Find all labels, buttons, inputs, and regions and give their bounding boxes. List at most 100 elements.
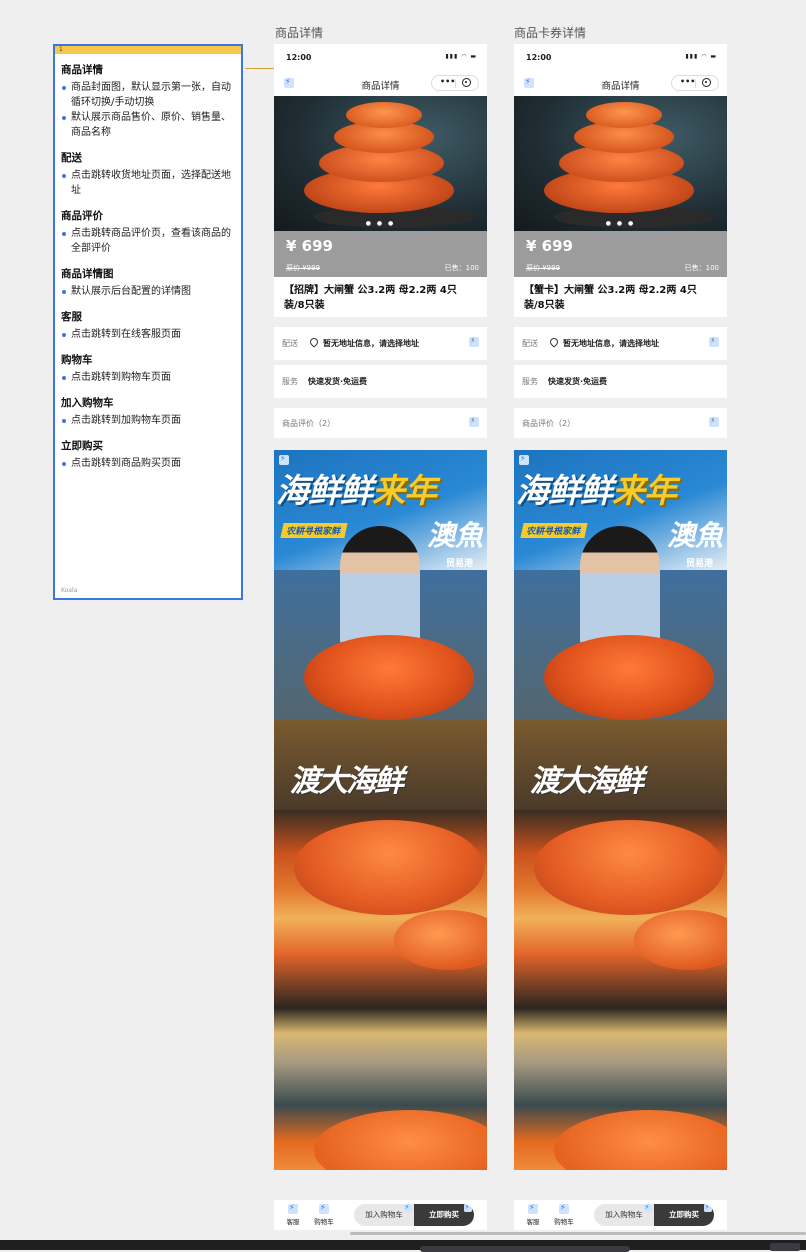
cover-carousel[interactable]: ● ● ● bbox=[514, 96, 727, 231]
annotation-section: 立即购买 点击跳转到商品购买页面 bbox=[61, 438, 235, 471]
annotation-heading: 客服 bbox=[61, 311, 82, 323]
phone-card-voucher-detail: 12:00 ▮▮▮ ◠ ▬ 商品详情 ••• ● ● ● ¥ 699 原价 ¥9… bbox=[514, 44, 727, 1230]
annotation-bullet: 点击跳转到在线客服页面 bbox=[61, 327, 235, 342]
cover-carousel[interactable]: ● ● ● bbox=[274, 96, 487, 231]
service-value: 快速发货·免运费 bbox=[548, 377, 608, 386]
detail-subtitle: 农耕寻根家鲜 bbox=[520, 523, 588, 538]
more-icon[interactable]: ••• bbox=[680, 77, 695, 86]
status-bar: 12:00 ▮▮▮ ◠ ▬ bbox=[514, 44, 727, 70]
annotation-heading: 商品评价 bbox=[61, 210, 103, 222]
crab-layer bbox=[346, 102, 422, 128]
flash-icon[interactable] bbox=[279, 454, 289, 465]
annotation-section: 商品详情图 默认展示后台配置的详情图 bbox=[61, 266, 235, 299]
goods-name: 【招牌】大闸蟹 公3.2两 母2.2两 4只装/8只装 bbox=[284, 285, 457, 311]
mini-program-capsule[interactable]: ••• bbox=[431, 75, 479, 91]
more-icon[interactable]: ••• bbox=[440, 77, 455, 86]
crab-figure bbox=[304, 635, 474, 720]
detail-headline: 海鲜鲜来年 bbox=[276, 471, 437, 510]
annotation-section: 加入购物车 点击跳转到加购物车页面 bbox=[61, 395, 235, 428]
annotation-bullet: 点击跳转到购物车页面 bbox=[61, 370, 235, 385]
service-tab-label: 客服 bbox=[526, 1218, 540, 1226]
purchase-button-group: 加入购物车 立即购买 bbox=[354, 1204, 474, 1226]
carousel-indicator[interactable]: ● ● ● bbox=[274, 220, 487, 227]
detail-brush-text: 渡大海鲜 bbox=[530, 764, 644, 799]
annotation-section: 配送点击跳转收货地址页面，选择配送地址 bbox=[61, 150, 235, 198]
detail-small-text: 贸易港 bbox=[685, 559, 713, 569]
status-time: 12:00 bbox=[286, 53, 312, 62]
annotation-heading: 配送 bbox=[61, 152, 82, 164]
detail-image: 海鲜鲜来年 农耕寻根家鲜 澳魚 贸易港 渡大海鲜 bbox=[274, 450, 487, 1170]
flash-icon[interactable] bbox=[469, 416, 479, 427]
bottom-action-bar: 客服 购物车 加入购物车 立即购买 bbox=[514, 1200, 727, 1230]
flash-icon bbox=[559, 1203, 569, 1214]
review-row[interactable]: 商品评价（2） bbox=[274, 408, 487, 438]
cart-tab[interactable]: 购物车 bbox=[552, 1203, 576, 1226]
delivery-value: 暂无地址信息，请选择地址 bbox=[308, 336, 419, 349]
location-pin-icon bbox=[308, 336, 320, 348]
flash-icon[interactable] bbox=[519, 454, 529, 465]
annotation-bullet: 点击跳转收货地址页面，选择配送地址 bbox=[61, 168, 235, 198]
person-figure bbox=[580, 526, 660, 646]
service-tab[interactable]: 客服 bbox=[281, 1203, 305, 1226]
sold-count: 已售：100 bbox=[444, 264, 479, 272]
annotation-bullet: 默认展示商品售价、原价、销售量、商品名称 bbox=[61, 110, 235, 140]
review-row[interactable]: 商品评价（2） bbox=[514, 408, 727, 438]
annotation-section: 客服点击跳转到在线客服页面 bbox=[61, 309, 235, 342]
nav-bar: 商品详情 ••• bbox=[514, 70, 727, 96]
cart-tab[interactable]: 购物车 bbox=[312, 1203, 336, 1226]
goods-name-card: 【蟹卡】大闸蟹 公3.2两 母2.2两 4只装/8只装 bbox=[514, 277, 727, 317]
mini-program-capsule[interactable]: ••• bbox=[671, 75, 719, 91]
sale-price: ¥ 699 bbox=[526, 237, 573, 255]
delivery-row[interactable]: 配送 暂无地址信息，请选择地址 bbox=[274, 327, 487, 360]
detail-image: 海鲜鲜来年 农耕寻根家鲜 澳魚 贸易港 渡大海鲜 bbox=[514, 450, 727, 1170]
service-label: 服务 bbox=[522, 377, 538, 386]
price-bar: ¥ 699 原价 ¥999 已售：100 bbox=[274, 231, 487, 277]
close-target-icon[interactable] bbox=[462, 78, 471, 87]
annotation-heading: 立即购买 bbox=[61, 440, 103, 452]
service-label: 服务 bbox=[282, 377, 298, 386]
close-target-icon[interactable] bbox=[702, 78, 711, 87]
phone-product-detail: 12:00 ▮▮▮ ◠ ▬ 商品详情 ••• ● ● ● ¥ 699 原价 ¥9… bbox=[274, 44, 487, 1230]
annotation-bullet: 商品封面图，默认显示第一张，自动循环切换/手动切换 bbox=[61, 80, 235, 110]
taskbar bbox=[0, 1240, 806, 1252]
detail-small-text: 贸易港 bbox=[445, 559, 473, 569]
price-bar: ¥ 699 原价 ¥999 已售：100 bbox=[514, 231, 727, 277]
original-price: 原价 ¥999 bbox=[286, 264, 321, 272]
delivery-value: 暂无地址信息，请选择地址 bbox=[548, 336, 659, 349]
detail-headline: 海鲜鲜来年 bbox=[516, 471, 677, 510]
carousel-indicator[interactable]: ● ● ● bbox=[514, 220, 727, 227]
annotation-heading: 商品详情 bbox=[61, 64, 103, 76]
flash-icon[interactable] bbox=[469, 336, 479, 347]
crab-layer bbox=[586, 102, 662, 128]
annotation-heading: 加入购物车 bbox=[61, 397, 114, 409]
flash-icon bbox=[319, 1203, 329, 1214]
signal-wifi-battery-icon: ▮▮▮ ◠ ▬ bbox=[445, 53, 477, 60]
annotation-panel[interactable]: 1 商品详情商品封面图，默认显示第一张，自动循环切换/手动切换 默认展示商品售价、… bbox=[53, 44, 243, 600]
annotation-section: 商品评价 点击跳转商品评价页，查看该商品的全部评价 bbox=[61, 208, 235, 256]
flash-icon[interactable] bbox=[709, 416, 719, 427]
annotation-heading: 购物车 bbox=[61, 354, 93, 366]
flash-icon bbox=[644, 1204, 652, 1212]
delivery-row[interactable]: 配送 暂无地址信息，请选择地址 bbox=[514, 327, 727, 360]
original-price: 原价 ¥999 bbox=[526, 264, 561, 272]
taskbar-search[interactable] bbox=[420, 1246, 630, 1252]
annotation-tag: 1 bbox=[55, 46, 241, 54]
detail-big-text: 澳魚 bbox=[426, 519, 483, 552]
bottom-action-bar: 客服 购物车 加入购物车 立即购买 bbox=[274, 1200, 487, 1230]
person-figure bbox=[340, 526, 420, 646]
sold-count: 已售：100 bbox=[684, 264, 719, 272]
cart-tab-label: 购物车 bbox=[554, 1218, 574, 1226]
horizontal-scrollbar[interactable] bbox=[350, 1232, 806, 1235]
annotation-footer: Koala bbox=[61, 587, 78, 594]
delivery-label: 配送 bbox=[282, 339, 298, 348]
flash-icon[interactable] bbox=[709, 336, 719, 347]
detail-big-text: 澳魚 bbox=[666, 519, 723, 552]
flash-icon bbox=[288, 1203, 298, 1214]
capsule-divider bbox=[455, 79, 456, 88]
sale-price: ¥ 699 bbox=[286, 237, 333, 255]
cart-tab-label: 购物车 bbox=[314, 1218, 334, 1226]
service-tab[interactable]: 客服 bbox=[521, 1203, 545, 1226]
frame-title-card-voucher-detail: 商品卡券详情 bbox=[514, 26, 587, 40]
review-label: 商品评价（2） bbox=[282, 419, 336, 428]
purchase-button-group: 加入购物车 立即购买 bbox=[594, 1204, 714, 1226]
